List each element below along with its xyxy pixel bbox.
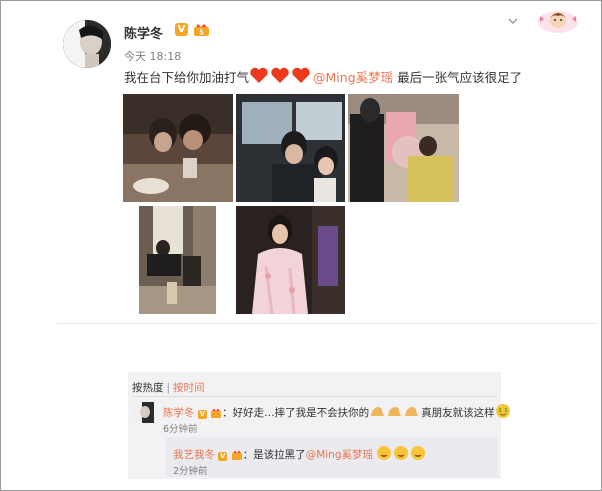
muscle-emoji-icon [371,407,419,416]
comment-user[interactable]: 陈学冬 [163,407,195,419]
tabs-divider [132,396,497,397]
post-text-suffix: 最后一张气应该很足了 [393,70,523,85]
tab-sort-by-time[interactable]: 按时间 [173,382,205,394]
vip-crown-icon: 5 [194,24,209,37]
money-emoji-icon: $ $ [495,404,510,418]
chevron-down-icon[interactable] [508,16,518,26]
sticker-icon [538,11,578,33]
comment-text: ：好好走…摔了我是不会扶你的 [222,407,370,419]
post-photo-2[interactable] [236,94,345,202]
post-photo-4[interactable] [139,206,216,314]
reply-time: 2分钟前 [173,466,208,477]
comment-sort-tabs: 按热度 | 按时间 [132,380,205,395]
vip-crown-icon [231,450,242,460]
comment-time: 6分钟前 [163,424,198,435]
verified-v-icon: V [197,410,207,419]
verified-v-icon: V [218,452,228,461]
post-timestamp[interactable]: 今天 18:18 [124,48,181,64]
post-photo-1[interactable] [123,94,233,202]
post-photo-3[interactable] [348,94,459,202]
post-divider [57,323,597,324]
svg-text:5: 5 [200,30,204,37]
reply-mention-link[interactable]: @Ming奚梦瑶 [306,449,373,461]
reply-user[interactable]: 我艺我冬 [173,449,215,461]
comment-text-2: 真朋友就该这样 [421,407,495,419]
author-name[interactable]: 陈学冬 [124,23,163,42]
tab-sort-by-hot[interactable]: 按热度 [132,382,164,394]
tab-separator: | [166,382,171,394]
svg-text:$: $ [504,408,507,414]
reply-text: ：是该拉黑了 [242,449,306,461]
svg-text:$: $ [498,408,501,414]
post-text: 我在台下给你加油打气 @Ming奚梦瑶 最后一张气应该很足了 [124,67,522,86]
post-mention-link[interactable]: @Ming奚梦瑶 [313,70,393,85]
heart-icon [250,67,310,83]
reply-item: 我艺我冬 V ：是该拉黑了@Ming奚梦瑶 [173,445,426,462]
comment-item: 陈学冬 V ：好好走…摔了我是不会扶你的 真朋友就该这样 $ $ [163,403,511,420]
verified-v-icon: V [175,23,188,36]
post-photo-5[interactable] [236,206,345,314]
yum-emoji-icon [377,446,426,460]
vip-crown-icon [211,408,222,418]
comment-avatar[interactable] [133,402,154,423]
author-avatar[interactable] [63,20,111,68]
post-text-prefix: 我在台下给你加油打气 [124,70,250,85]
